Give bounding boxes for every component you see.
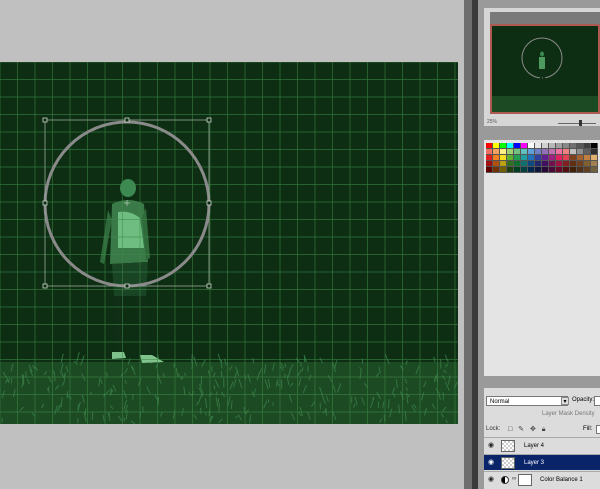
blend-mode-select[interactable]: Normal	[486, 396, 568, 406]
lock-icons[interactable]: □ ✎ ✥ 🔒︎	[508, 425, 548, 434]
color-swatch[interactable]	[591, 167, 598, 173]
color-swatch[interactable]	[570, 167, 577, 173]
adjustment-layer-icon	[501, 476, 509, 484]
zoom-value[interactable]: 25%	[487, 119, 497, 125]
eye-icon[interactable]: ◉	[486, 459, 496, 467]
document-canvas[interactable]	[0, 62, 458, 424]
color-swatch[interactable]	[507, 167, 514, 173]
fill-field[interactable]	[596, 425, 600, 434]
color-swatch[interactable]	[577, 167, 584, 173]
layer-row-color-balance[interactable]: ◉ ∞ Color Balance 1	[484, 471, 600, 487]
navigator-panel: 25%	[484, 8, 600, 126]
eye-icon[interactable]: ◉	[486, 476, 496, 484]
panel-dock: 25% Normal ▾ Opacity: Layer Mask Density…	[478, 0, 600, 489]
layer-name: Layer 3	[524, 460, 545, 466]
opacity-label: Opacity:	[572, 397, 595, 403]
swatches-panel	[484, 140, 600, 376]
opacity-field[interactable]	[594, 396, 600, 406]
zoom-slider[interactable]	[558, 123, 596, 124]
layer-thumbnail	[501, 457, 515, 469]
layer-name: Color Balance 1	[540, 477, 583, 483]
zoom-slider-knob[interactable]	[579, 120, 582, 126]
panel-divider[interactable]	[464, 0, 472, 489]
color-swatch[interactable]	[549, 167, 556, 173]
canvas-image[interactable]	[0, 62, 458, 424]
lock-label: Lock:	[486, 426, 501, 432]
color-swatch[interactable]	[514, 167, 521, 173]
color-swatch[interactable]	[528, 167, 535, 173]
layer-row-layer-4[interactable]: ◉ Layer 4	[484, 437, 600, 453]
layer-row-layer-3[interactable]: ◉ Layer 3	[484, 454, 600, 470]
color-swatch[interactable]	[486, 167, 493, 173]
color-swatch[interactable]	[521, 167, 528, 173]
layers-panel: Normal ▾ Opacity: Layer Mask Density Loc…	[484, 388, 600, 489]
navigator-preview[interactable]	[490, 12, 600, 114]
color-swatch[interactable]	[500, 167, 507, 173]
color-swatch[interactable]	[556, 167, 563, 173]
color-swatch[interactable]	[542, 167, 549, 173]
swatch-grid	[486, 143, 600, 173]
mask-density-label: Layer Mask Density	[542, 411, 595, 417]
layer-name: Layer 4	[524, 443, 545, 449]
layer-mask-thumbnail	[518, 474, 532, 486]
color-swatch[interactable]	[535, 167, 542, 173]
document-workspace	[0, 0, 464, 489]
link-icon[interactable]: ∞	[512, 476, 516, 482]
color-swatch[interactable]	[493, 167, 500, 173]
fill-label: Fill:	[583, 426, 593, 432]
chevron-down-icon[interactable]: ▾	[561, 397, 569, 405]
layer-thumbnail	[501, 440, 515, 452]
color-swatch[interactable]	[563, 167, 570, 173]
navigator-zoom-row: 25%	[484, 118, 600, 128]
color-swatch[interactable]	[584, 167, 591, 173]
eye-icon[interactable]: ◉	[486, 442, 496, 450]
